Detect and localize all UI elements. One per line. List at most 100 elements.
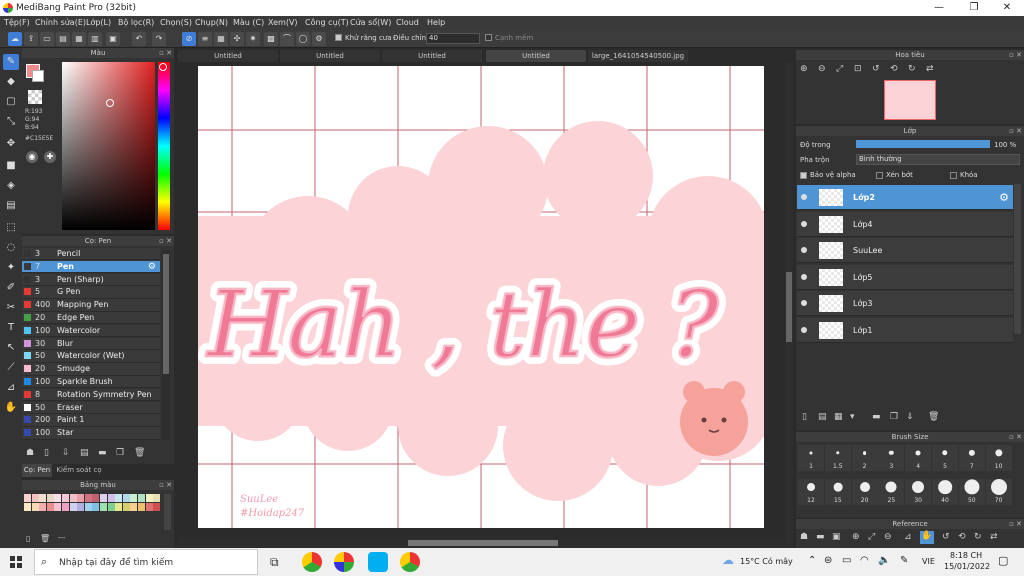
- menu-help[interactable]: Help: [427, 18, 445, 27]
- page-icon[interactable]: ▦: [72, 32, 86, 46]
- tab-brush[interactable]: Cọ: Pen: [22, 464, 52, 477]
- hue-slider-handle[interactable]: [159, 63, 167, 71]
- lock-checkbox[interactable]: [950, 172, 957, 179]
- new-layer-icon[interactable]: ▯: [802, 412, 807, 422]
- brush-settings-icon[interactable]: ▤: [80, 448, 89, 458]
- comment-icon[interactable]: ▭: [40, 32, 54, 46]
- hue-slider[interactable]: [158, 62, 170, 230]
- palette-swatch[interactable]: [62, 494, 69, 502]
- gradient-tool-icon[interactable]: ▤: [3, 198, 19, 214]
- reference-gallery-icon[interactable]: ▣: [832, 532, 841, 542]
- palette-swatch[interactable]: [92, 494, 100, 502]
- tab-brush-control[interactable]: Kiểm soát cọ: [54, 464, 104, 477]
- reference-folder-icon[interactable]: ▬: [816, 532, 825, 542]
- brush-gear-icon[interactable]: ⚙: [148, 262, 156, 272]
- reference-zoom-in-icon[interactable]: ⊕: [852, 532, 860, 542]
- reference-rotate-left-icon[interactable]: ↺: [942, 532, 950, 542]
- menu-file[interactable]: Tệp(F): [4, 18, 30, 27]
- layer-visibility-icon[interactable]: [801, 247, 807, 253]
- eraser-tool-icon[interactable]: ◆: [3, 74, 19, 90]
- palette-swatch[interactable]: [122, 494, 130, 502]
- maximize-button[interactable]: ❐: [957, 0, 991, 16]
- lasso-tool-icon[interactable]: ◌: [3, 240, 19, 256]
- palette-swatch[interactable]: [107, 503, 115, 511]
- rotate-left-icon[interactable]: ↺: [872, 64, 880, 74]
- palette-swatch[interactable]: [69, 503, 77, 511]
- new-1bit-layer-icon[interactable]: ▦: [834, 412, 843, 422]
- battery-icon[interactable]: ▭: [842, 555, 851, 566]
- redo-icon[interactable]: ↷: [152, 32, 166, 46]
- select-pen-tool-icon[interactable]: ✐: [3, 280, 19, 296]
- palette-swatch[interactable]: [138, 503, 145, 511]
- menu-cloud[interactable]: Cloud: [396, 18, 419, 27]
- select-eraser-tool-icon[interactable]: ✂: [3, 300, 19, 316]
- actual-size-icon[interactable]: ⊡: [854, 64, 862, 74]
- snap-off-icon[interactable]: ⊘: [182, 32, 196, 46]
- adjust-input[interactable]: 40: [426, 33, 480, 44]
- clock-time[interactable]: 8:18 CH: [950, 551, 982, 560]
- brush-item[interactable]: 100 Star: [22, 427, 160, 440]
- palette-swatch[interactable]: [84, 494, 92, 502]
- reference-rotate-right-icon[interactable]: ↻: [974, 532, 982, 542]
- add-palette-color-icon[interactable]: ▯: [26, 534, 30, 543]
- canvas-vertical-scrollbar[interactable]: [785, 62, 793, 548]
- doc-tab-2[interactable]: Untitled: [280, 50, 380, 62]
- chrome-app-icon-2[interactable]: [400, 552, 420, 572]
- wifi-icon[interactable]: ◠: [860, 555, 869, 566]
- brush-item[interactable]: 5 G Pen: [22, 286, 160, 299]
- circle-snap-icon[interactable]: ◯: [296, 32, 310, 46]
- brush-folder-icon[interactable]: ▬: [98, 448, 107, 458]
- canvas-hscroll-thumb[interactable]: [408, 540, 558, 546]
- layer-row[interactable]: Lớp3: [797, 291, 1013, 316]
- rotate-right-icon[interactable]: ↻: [908, 64, 916, 74]
- brush-list-scroll-thumb[interactable]: [163, 254, 169, 374]
- palette-swatch[interactable]: [130, 503, 138, 511]
- palette-swatch[interactable]: [122, 503, 130, 511]
- fit-icon[interactable]: ⤢: [836, 64, 843, 74]
- color-saturation-picker[interactable]: [62, 62, 155, 230]
- share-icon[interactable]: ⇪: [24, 32, 38, 46]
- brush-item[interactable]: 200 Paint 1: [22, 414, 160, 427]
- divide-tool-icon[interactable]: ⟋: [3, 360, 19, 376]
- weather-text[interactable]: 15°C Có mây: [740, 557, 793, 566]
- cross-snap-icon[interactable]: ✣: [230, 32, 244, 46]
- flip-icon[interactable]: ⇄: [926, 64, 934, 74]
- palette-swatch[interactable]: [115, 494, 123, 502]
- brush-item[interactable]: 100 Sparkle Brush: [22, 376, 160, 389]
- navigator-thumbnail[interactable]: [884, 80, 936, 120]
- opacity-slider[interactable]: [856, 140, 990, 148]
- tray-expand-icon[interactable]: ⌃: [808, 555, 816, 566]
- minimize-button[interactable]: —: [922, 0, 956, 16]
- brush-size-cell[interactable]: 15: [824, 479, 851, 505]
- color-picker-cursor[interactable]: [106, 99, 114, 107]
- palette-swatch[interactable]: [69, 494, 77, 502]
- chrome-app-icon[interactable]: [302, 552, 322, 572]
- delete-brush-icon[interactable]: 🗑: [134, 448, 145, 458]
- palette-swatch[interactable]: [54, 503, 62, 511]
- brush-size-cell[interactable]: 25: [878, 479, 905, 505]
- bucket-tool-icon[interactable]: ◈: [3, 178, 19, 194]
- layer-type-dropdown-icon[interactable]: ▾: [850, 412, 855, 422]
- transparent-color-swatch[interactable]: [28, 90, 42, 104]
- brush-item[interactable]: 30 Blur: [22, 337, 160, 350]
- brush-size-cell[interactable]: 1: [798, 445, 824, 471]
- layout-icon[interactable]: ▣: [106, 32, 120, 46]
- brush-item[interactable]: 20 Edge Pen: [22, 312, 160, 325]
- menu-edit[interactable]: Chỉnh sửa(E): [35, 18, 86, 27]
- add-brush-icon[interactable]: ☗: [26, 448, 34, 458]
- clock-date[interactable]: 15/01/2022: [944, 562, 990, 571]
- layer-row[interactable]: Lớp5: [797, 264, 1013, 290]
- doc-tab-1[interactable]: Untitled: [178, 50, 278, 62]
- select-tool-icon[interactable]: ⬚: [3, 220, 19, 236]
- protect-alpha-checkbox[interactable]: [800, 172, 807, 179]
- parallel-snap-icon[interactable]: ≡: [198, 32, 212, 46]
- text-tool-icon[interactable]: T: [3, 320, 19, 336]
- palette-swatch[interactable]: [46, 494, 54, 502]
- menu-view[interactable]: Xem(V): [268, 18, 298, 27]
- palette-swatch[interactable]: [84, 503, 92, 511]
- zoom-out-icon[interactable]: ⊖: [818, 64, 826, 74]
- layer-visibility-icon[interactable]: [801, 326, 807, 333]
- delete-palette-color-icon[interactable]: 🗑: [40, 534, 50, 543]
- menu-color[interactable]: Màu (C): [233, 18, 264, 27]
- curve-snap-icon[interactable]: ⌒: [280, 32, 294, 46]
